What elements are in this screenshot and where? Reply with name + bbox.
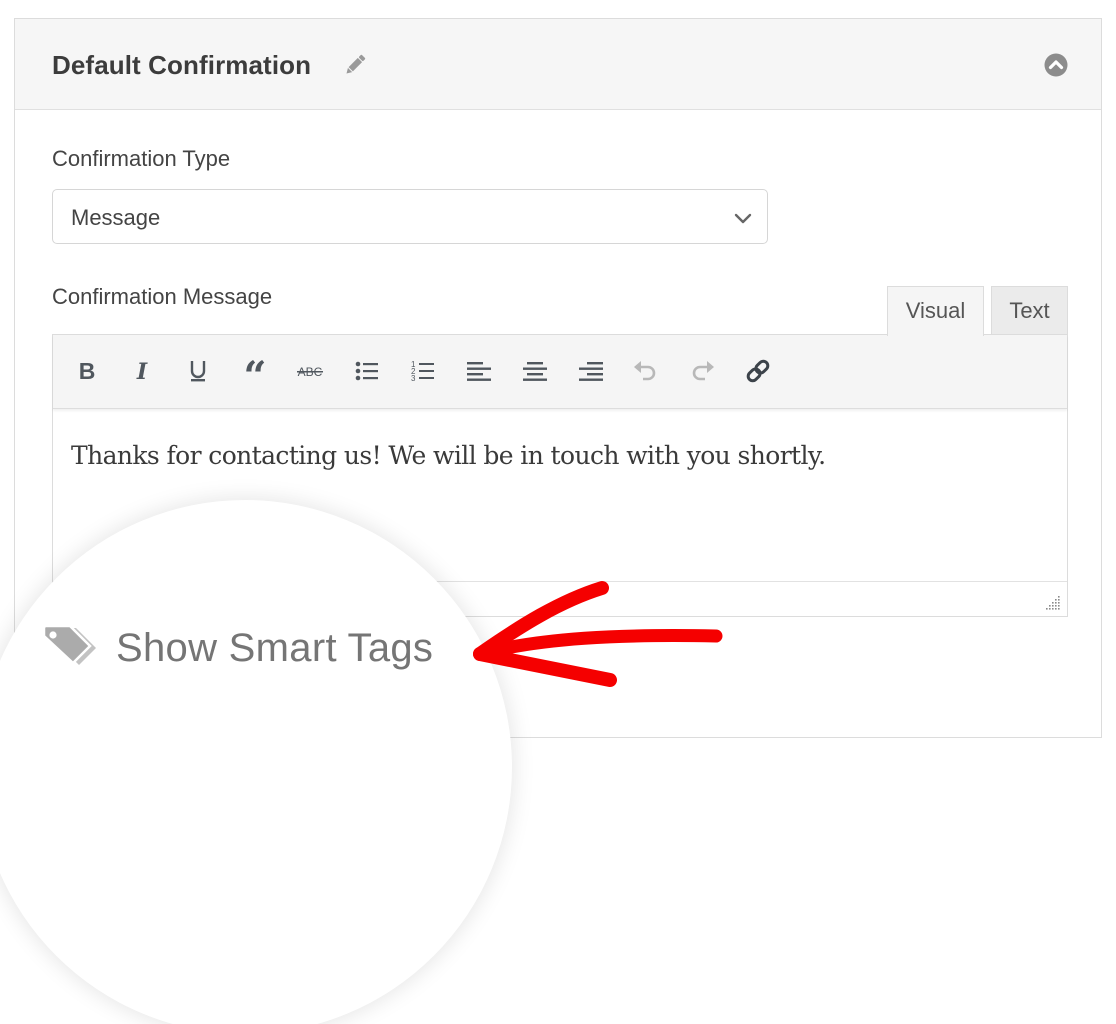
show-smart-tags-label: Show Smart Tags (116, 626, 434, 670)
strikethrough-button[interactable]: ABC (294, 355, 326, 387)
undo-button[interactable] (630, 355, 662, 387)
confirmation-message-label: Confirmation Message (52, 284, 273, 309)
numbered-list-icon: 1 2 3 (411, 360, 434, 383)
resize-handle-icon[interactable] (1045, 595, 1061, 611)
link-icon (746, 359, 770, 383)
svg-text:I: I (136, 360, 148, 382)
confirmation-type-value: Message (71, 205, 161, 230)
quote-icon: “ (243, 360, 266, 382)
show-smart-tags-link[interactable]: Show Smart Tags (42, 624, 433, 673)
confirmation-type-label: Confirmation Type (52, 146, 231, 171)
tab-visual[interactable]: Visual (887, 286, 984, 336)
strikethrough-icon: ABC (297, 365, 323, 379)
bold-icon: B (79, 360, 96, 382)
align-right-button[interactable] (575, 355, 607, 387)
chevron-up-circle-icon[interactable] (1044, 53, 1068, 77)
arrow-head-lower (473, 647, 617, 687)
chevron-down-icon (733, 208, 753, 228)
editor-toolbar: B I “ ABC (53, 335, 1067, 409)
bulleted-list-button[interactable] (351, 355, 383, 387)
align-center-icon (523, 362, 547, 381)
pencil-icon[interactable] (342, 52, 368, 78)
blockquote-button[interactable]: “ (239, 355, 271, 387)
bulleted-list-icon (355, 361, 378, 381)
bold-button[interactable]: B (71, 355, 103, 387)
svg-text:“: “ (243, 360, 266, 382)
panel-title: Default Confirmation (52, 50, 312, 80)
numbered-list-button[interactable]: 1 2 3 (407, 355, 439, 387)
svg-text:3: 3 (411, 374, 416, 383)
tags-icon (42, 624, 96, 673)
underline-button[interactable] (182, 355, 214, 387)
redo-icon (692, 361, 714, 381)
italic-icon: I (136, 360, 148, 382)
panel-header[interactable]: Default Confirmation (15, 19, 1101, 110)
red-arrow-annotation (473, 581, 723, 687)
italic-button[interactable]: I (126, 355, 158, 387)
confirmation-type-select[interactable]: Message (52, 189, 768, 244)
align-center-button[interactable] (519, 355, 551, 387)
underline-icon (190, 361, 206, 382)
magnifier-callout (0, 510, 502, 1024)
align-right-icon (579, 362, 603, 381)
tab-text[interactable]: Text (991, 286, 1068, 335)
undo-icon (634, 361, 656, 381)
link-button[interactable] (742, 355, 774, 387)
svg-text:B: B (79, 360, 96, 382)
redo-button[interactable] (686, 355, 718, 387)
align-left-icon (467, 362, 491, 381)
confirmation-message-text: Thanks for contacting us! We will be in … (71, 441, 826, 470)
align-left-button[interactable] (463, 355, 495, 387)
